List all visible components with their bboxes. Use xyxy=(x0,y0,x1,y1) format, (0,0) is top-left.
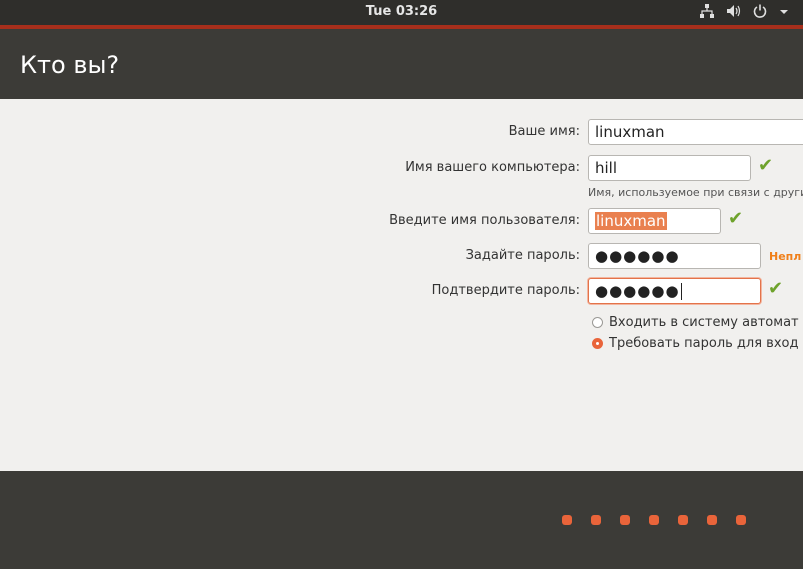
progress-dot xyxy=(562,515,572,525)
system-tray xyxy=(700,4,789,23)
confirm-password-input[interactable]: ●●●●●● xyxy=(588,278,761,304)
username-label: Введите имя пользователя: xyxy=(389,213,580,228)
chevron-down-icon[interactable] xyxy=(779,5,789,22)
computer-name-input[interactable]: hill xyxy=(588,155,751,181)
computer-hint: Имя, используемое при связи с други xyxy=(588,186,803,199)
username-row: Введите имя пользователя: linuxman ✔ xyxy=(0,208,803,236)
confirm-row: Подтвердите пароль: ●●●●●● ✔ xyxy=(0,278,803,306)
clock[interactable]: Tue 03:26 xyxy=(0,4,803,19)
password-value: ●●●●●● xyxy=(595,247,680,265)
progress-dot xyxy=(736,515,746,525)
progress-dot xyxy=(649,515,659,525)
power-icon[interactable] xyxy=(753,4,767,23)
username-ok-check-icon: ✔ xyxy=(728,208,744,229)
network-icon[interactable] xyxy=(700,4,714,23)
username-input[interactable]: linuxman xyxy=(588,208,721,234)
login-auto-option[interactable]: Входить в систему автомат xyxy=(592,313,799,331)
header: Кто вы? xyxy=(0,29,803,99)
login-password-label: Требовать пароль для вход xyxy=(609,335,799,351)
confirm-value: ●●●●●● xyxy=(595,282,680,300)
computer-row: Имя вашего компьютера: hill ✔ xyxy=(0,155,803,183)
confirm-ok-check-icon: ✔ xyxy=(768,278,784,299)
computer-value: hill xyxy=(595,159,618,177)
login-auto-radio[interactable] xyxy=(592,316,603,328)
progress-dot xyxy=(707,515,717,525)
progress-dot xyxy=(678,515,688,525)
login-auto-label: Входить в систему автомат xyxy=(609,314,799,330)
password-label: Задайте пароль: xyxy=(465,248,580,263)
volume-icon[interactable] xyxy=(726,4,741,23)
name-label: Ваше имя: xyxy=(508,124,580,139)
footer xyxy=(0,471,803,569)
password-strength-warning: Непл xyxy=(769,250,802,263)
installer-progress xyxy=(562,515,746,525)
top-panel: Tue 03:26 xyxy=(0,0,803,25)
password-row: Задайте пароль: ●●●●●● Непл xyxy=(0,243,803,271)
user-setup-form: Ваше имя: linuxman Имя вашего компьютера… xyxy=(0,99,803,471)
login-password-option[interactable]: Требовать пароль для вход xyxy=(592,334,798,352)
progress-dot xyxy=(591,515,601,525)
confirm-label: Подтвердите пароль: xyxy=(431,283,580,298)
password-input[interactable]: ●●●●●● xyxy=(588,243,761,269)
computer-ok-check-icon: ✔ xyxy=(758,155,774,176)
name-value: linuxman xyxy=(595,123,665,141)
login-password-radio[interactable] xyxy=(592,337,603,349)
page-title: Кто вы? xyxy=(20,51,120,79)
name-row: Ваше имя: linuxman xyxy=(0,119,803,147)
username-value: linuxman xyxy=(595,212,667,230)
text-cursor xyxy=(680,283,682,300)
name-input[interactable]: linuxman xyxy=(588,119,803,145)
progress-dot xyxy=(620,515,630,525)
computer-label: Имя вашего компьютера: xyxy=(405,160,580,175)
